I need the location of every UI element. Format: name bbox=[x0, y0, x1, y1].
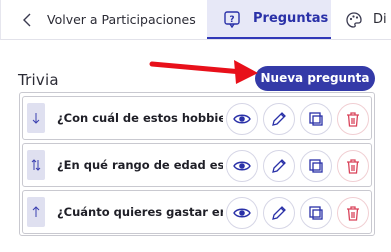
reorder-handle[interactable] bbox=[27, 150, 45, 180]
arrow-up-down-icon bbox=[31, 159, 41, 171]
pencil-icon bbox=[272, 112, 286, 126]
question-bubble-icon: ? bbox=[224, 10, 240, 28]
question-list: ¿Con cuál de estos hobbies te identifica… bbox=[19, 92, 375, 236]
duplicate-question-button[interactable] bbox=[300, 150, 332, 182]
pencil-icon bbox=[272, 206, 286, 220]
view-question-button[interactable] bbox=[226, 150, 258, 182]
copy-icon bbox=[309, 206, 323, 220]
reorder-handle[interactable] bbox=[27, 103, 45, 133]
arrow-up-icon bbox=[32, 206, 40, 217]
delete-question-button[interactable] bbox=[337, 197, 369, 229]
edit-question-button[interactable] bbox=[263, 197, 295, 229]
tab-preguntas[interactable]: ? Preguntas bbox=[207, 0, 331, 39]
reorder-handle[interactable] bbox=[27, 197, 45, 227]
question-text: ¿En qué rango de edad estás? bbox=[57, 158, 223, 172]
delete-question-button[interactable] bbox=[337, 150, 369, 182]
question-row[interactable]: ¿Con cuál de estos hobbies te identifica… bbox=[22, 96, 372, 140]
chevron-left-icon bbox=[23, 13, 31, 26]
new-question-button[interactable]: Nueva pregunta bbox=[255, 66, 375, 91]
arrow-down-icon bbox=[32, 113, 40, 124]
eye-icon bbox=[233, 208, 251, 218]
pencil-icon bbox=[272, 159, 286, 173]
duplicate-question-button[interactable] bbox=[300, 197, 332, 229]
svg-text:?: ? bbox=[229, 15, 234, 25]
question-row[interactable]: ¿Cuánto quieres gastar en tu regalo? bbox=[22, 190, 372, 234]
top-navigation: Volver a Participaciones ? Preguntas Di bbox=[0, 0, 391, 40]
duplicate-question-button[interactable] bbox=[300, 103, 332, 135]
question-actions bbox=[226, 150, 374, 182]
trash-icon bbox=[347, 159, 359, 174]
tab-diseno[interactable]: Di bbox=[331, 0, 391, 39]
back-to-participaciones-link[interactable]: Volver a Participaciones bbox=[1, 0, 207, 39]
view-question-button[interactable] bbox=[226, 103, 258, 135]
delete-question-button[interactable] bbox=[337, 103, 369, 135]
trash-icon bbox=[347, 206, 359, 221]
question-actions bbox=[226, 103, 374, 135]
annotation-arrow-icon bbox=[149, 60, 258, 84]
eye-icon bbox=[233, 161, 251, 171]
question-actions bbox=[226, 197, 374, 229]
section-title: Trivia bbox=[18, 71, 59, 89]
trash-icon bbox=[347, 112, 359, 127]
tab-preguntas-label: Preguntas bbox=[253, 11, 329, 26]
copy-icon bbox=[309, 112, 323, 126]
palette-icon bbox=[346, 11, 362, 28]
question-text: ¿Cuánto quieres gastar en tu regalo? bbox=[57, 205, 223, 219]
question-text: ¿Con cuál de estos hobbies te identifica… bbox=[57, 111, 223, 125]
eye-icon bbox=[233, 114, 251, 124]
edit-question-button[interactable] bbox=[263, 103, 295, 135]
copy-icon bbox=[309, 159, 323, 173]
question-row[interactable]: ¿En qué rango de edad estás? bbox=[22, 143, 372, 187]
back-link-label: Volver a Participaciones bbox=[47, 12, 196, 27]
view-question-button[interactable] bbox=[226, 197, 258, 229]
edit-question-button[interactable] bbox=[263, 150, 295, 182]
tab-diseno-label: Di bbox=[373, 12, 387, 27]
